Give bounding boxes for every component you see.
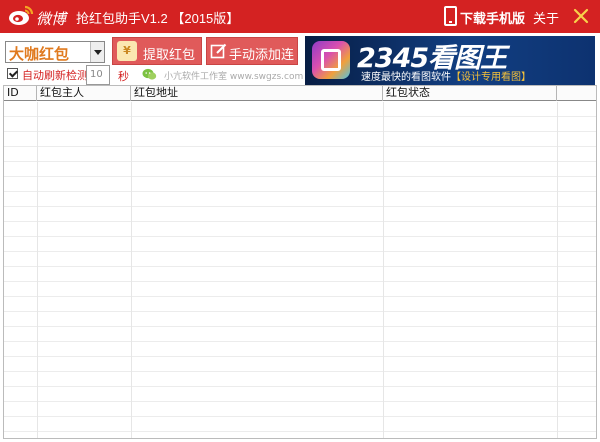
banner-ad[interactable]: 2345看图王 速度最快的看图软件【设计专用看图】: [305, 36, 595, 85]
extract-packet-label: 提取红包: [143, 48, 196, 63]
auto-refresh-label: 自动刷新检测: [22, 69, 88, 82]
phone-icon[interactable]: [444, 6, 457, 26]
packet-type-select[interactable]: 大咖红包: [5, 41, 105, 63]
studio-credit[interactable]: 小亢软件工作室 www.swgzs.com: [164, 69, 303, 82]
banner-subtitle-text: 速度最快的看图软件: [361, 72, 451, 83]
column-header-url[interactable]: 红包地址: [131, 86, 383, 101]
column-header-id[interactable]: ID: [4, 86, 37, 101]
column-header-owner[interactable]: 红包主人: [37, 86, 131, 101]
about-button[interactable]: 关于: [533, 8, 559, 27]
table-header: ID 红包主人 红包地址 红包状态: [4, 86, 596, 101]
close-icon[interactable]: [572, 7, 590, 25]
manual-add-link-button[interactable]: 手动添加连接: [206, 37, 298, 82]
weibo-logo-icon: [9, 5, 34, 25]
column-gridlines: [4, 102, 596, 438]
column-header-status[interactable]: 红包状态: [383, 86, 557, 101]
kantu-app-icon: [312, 41, 350, 79]
refresh-interval-input[interactable]: 10: [86, 65, 110, 85]
auto-refresh-checkbox[interactable]: [7, 68, 18, 79]
picture-frame-icon: [321, 49, 341, 71]
title-bar: 微博 抢红包助手V1.2 【2015版】 下载手机版 关于: [0, 0, 600, 33]
gridline: [383, 102, 384, 438]
banner-subtitle: 速度最快的看图软件【设计专用看图】: [361, 68, 531, 83]
coin-icon: ¥: [117, 41, 137, 61]
edit-icon: [210, 43, 227, 59]
banner-tag: 【设计专用看图】: [451, 72, 531, 83]
extract-packet-button[interactable]: ¥ 提取红包: [112, 37, 202, 65]
logo-text: 微博: [36, 10, 67, 28]
gridline: [37, 102, 38, 438]
gridline: [131, 102, 132, 438]
seconds-unit-label: 秒: [118, 70, 129, 83]
chevron-down-icon[interactable]: [90, 42, 104, 62]
chat-icon[interactable]: [142, 68, 157, 81]
window-title: 抢红包助手V1.2 【2015版】: [76, 11, 240, 26]
gridline: [557, 102, 558, 438]
packet-type-value: 大咖红包: [9, 45, 70, 63]
weibo-logo: 微博: [8, 4, 68, 30]
download-mobile-button[interactable]: 下载手机版: [460, 8, 525, 27]
packet-table[interactable]: ID 红包主人 红包地址 红包状态: [3, 85, 597, 439]
